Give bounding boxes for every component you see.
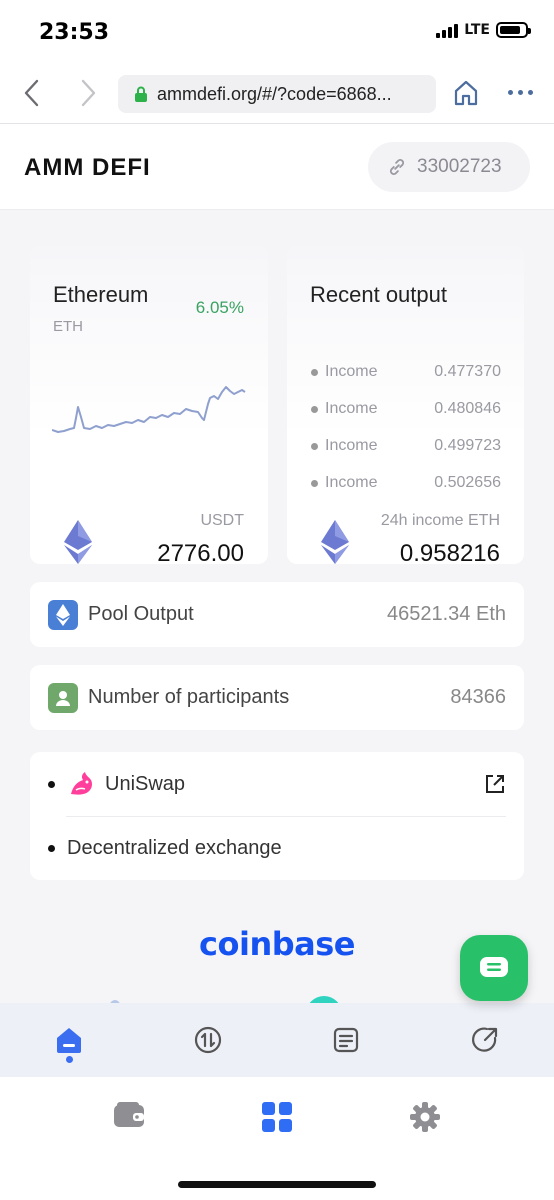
home-icon xyxy=(57,1028,82,1053)
ethereum-icon xyxy=(48,599,78,630)
income-row: Income 0.477370 xyxy=(311,363,501,381)
income-value: 0.502656 xyxy=(434,474,501,491)
uniswap-name: UniSwap xyxy=(105,772,186,795)
tab-share[interactable] xyxy=(416,1003,554,1077)
recent-output-title: Recent output xyxy=(310,282,447,307)
eth-title: Ethereum xyxy=(53,282,149,307)
invite-code: 33002723 xyxy=(417,156,502,177)
app-header: AMM DEFI 33002723 xyxy=(0,125,554,210)
income-value: 0.499723 xyxy=(434,437,501,454)
status-bar: 23:53 LTE xyxy=(0,0,554,62)
tab-home[interactable] xyxy=(0,1003,139,1077)
price-label: USDT xyxy=(200,512,244,529)
participants-row[interactable]: Number of participants 84366 xyxy=(30,665,524,730)
wallet-button[interactable] xyxy=(113,1101,145,1134)
document-icon xyxy=(334,1027,359,1053)
network-type: LTE xyxy=(464,22,490,38)
tab-swap[interactable] xyxy=(139,1003,278,1077)
battery-icon xyxy=(496,22,531,38)
bottom-tab-bar xyxy=(0,1003,554,1077)
back-button[interactable] xyxy=(16,76,46,110)
signal-icon xyxy=(436,22,459,38)
external-link-icon[interactable] xyxy=(484,773,506,795)
income-value: 0.480846 xyxy=(434,400,501,417)
swap-icon xyxy=(194,1026,221,1054)
income-row: Income 0.499723 xyxy=(311,437,501,455)
ethereum-card[interactable]: Ethereum ETH 6.05% USDT 2776.00 xyxy=(30,246,268,567)
chat-icon xyxy=(480,957,508,977)
recent-output-card[interactable]: Recent output Income 0.477370 Income 0.4… xyxy=(287,246,524,567)
participants-label: Number of participants xyxy=(88,686,290,708)
income-label: Income xyxy=(325,363,378,380)
income-24h-label: 24h income ETH xyxy=(380,512,500,529)
chat-button[interactable] xyxy=(460,935,528,1001)
active-tab-indicator xyxy=(65,1056,73,1063)
uniswap-description: Decentralized exchange xyxy=(67,836,282,859)
pool-output-label: Pool Output xyxy=(88,603,194,625)
eth-sparkline xyxy=(52,386,246,433)
home-indicator xyxy=(178,1181,376,1188)
uniswap-link[interactable]: UniSwap xyxy=(48,752,506,816)
apps-button[interactable] xyxy=(261,1101,293,1138)
pool-output-value: 46521.34 Eth xyxy=(387,603,506,625)
forward-button[interactable] xyxy=(74,76,104,110)
eth-change: 6.05% xyxy=(195,298,244,317)
ethereum-icon xyxy=(64,520,92,564)
share-icon xyxy=(471,1027,497,1052)
grid-icon xyxy=(262,1102,292,1132)
gear-icon xyxy=(410,1102,440,1132)
wallet-icon xyxy=(114,1102,144,1127)
income-label: Income xyxy=(325,400,378,417)
status-time: 23:53 xyxy=(39,20,110,45)
status-indicators: LTE xyxy=(436,22,531,38)
income-row: Income 0.502656 xyxy=(311,474,501,492)
chevron-right-icon xyxy=(81,79,96,107)
eth-symbol: ETH xyxy=(53,318,83,335)
tab-records[interactable] xyxy=(277,1003,416,1077)
income-24h-value: 0.958216 xyxy=(399,540,500,567)
uniswap-card: UniSwap Decentralized exchange xyxy=(30,752,524,880)
lock-icon xyxy=(135,86,147,102)
uniswap-description-row: Decentralized exchange xyxy=(48,816,506,880)
eth-price: 2776.00 xyxy=(157,540,244,567)
ethereum-icon xyxy=(321,520,349,564)
user-icon xyxy=(48,682,78,713)
income-value: 0.477370 xyxy=(434,363,501,380)
partner-logo-partial xyxy=(306,996,342,1003)
chevron-left-icon xyxy=(24,79,39,107)
income-row: Income 0.480846 xyxy=(311,400,501,418)
invite-code-button[interactable]: 33002723 xyxy=(368,142,530,192)
link-icon xyxy=(389,159,405,175)
income-label: Income xyxy=(325,474,378,491)
main-content: Ethereum ETH 6.05% USDT 2776.00 Recent o… xyxy=(0,210,554,1003)
url-text: ammdefi.org/#/?code=6868... xyxy=(157,83,392,104)
settings-button[interactable] xyxy=(409,1101,441,1138)
browser-bar: ammdefi.org/#/?code=6868... xyxy=(0,62,554,124)
unicorn-icon xyxy=(71,772,92,795)
income-label: Income xyxy=(325,437,378,454)
url-bar[interactable]: ammdefi.org/#/?code=6868... xyxy=(118,75,436,113)
page-title: AMM DEFI xyxy=(24,154,151,181)
browser-home-button[interactable] xyxy=(452,78,480,108)
home-outline-icon xyxy=(454,80,478,106)
pool-output-row[interactable]: Pool Output 46521.34 Eth xyxy=(30,582,524,647)
browser-toolbar xyxy=(0,1077,554,1200)
more-options-button[interactable] xyxy=(508,84,542,100)
participants-value: 84366 xyxy=(450,686,506,708)
